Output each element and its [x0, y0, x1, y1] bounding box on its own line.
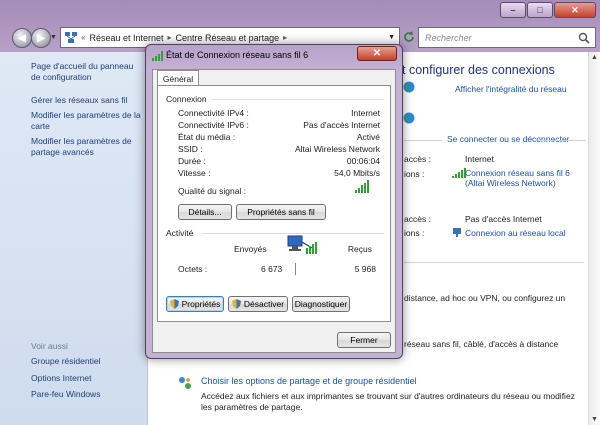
refresh-icon[interactable]	[402, 30, 416, 44]
connect-network-desc: réseau sans fil, câblé, d'accès à distan…	[404, 339, 559, 349]
activity-divider	[295, 263, 296, 275]
ssid-value: Altai Wireless Network	[294, 144, 380, 154]
connection-status-dialog: État de Connexion réseau sans fil 6 ✕ Gé…	[145, 44, 403, 359]
lan-icon	[453, 228, 461, 237]
sidebar-link-manage-wireless[interactable]: Gérer les réseaux sans fil	[31, 95, 143, 106]
access-type-value: Pas d'accès Internet	[465, 214, 542, 224]
wireless-properties-button[interactable]: Propriétés sans fil	[236, 204, 326, 220]
sharing-options-icon	[179, 377, 191, 389]
sidebar-link-internet-options[interactable]: Options Internet	[31, 373, 143, 384]
bytes-label: Octets :	[178, 264, 208, 274]
wireless-connection-ssid[interactable]: (Altai Wireless Network)	[465, 178, 556, 188]
dialog-body: Général Connexion Connectivité IPv4 : In…	[152, 69, 396, 353]
ipv4-label: Connectivité IPv4 :	[178, 108, 249, 118]
ssid-label: SSID :	[178, 144, 203, 154]
received-label: Reçus	[347, 244, 372, 254]
tab-general[interactable]: Général	[157, 70, 199, 86]
media-state-label: État du média :	[178, 132, 236, 142]
breadcrumb-item-network[interactable]: Réseau et Internet	[89, 33, 163, 43]
sidebar-link-homegroup[interactable]: Groupe résidentiel	[31, 356, 143, 367]
signal-quality-label: Qualité du signal :	[178, 186, 247, 196]
uac-shield-icon	[231, 299, 241, 309]
ipv4-value: Internet	[351, 108, 380, 118]
connections-label: ions :	[404, 228, 425, 238]
access-type-label: accès :	[404, 154, 431, 164]
lan-connection-link[interactable]: Connexion au réseau local	[465, 228, 566, 238]
search-icon[interactable]	[578, 32, 590, 44]
disable-button-label: Désactiver	[243, 299, 285, 309]
minimize-button[interactable]: –	[500, 2, 526, 18]
wireless-connection-link[interactable]: Connexion réseau sans fil 6	[465, 168, 570, 178]
duration-label: Durée :	[178, 156, 206, 166]
sharing-options-link[interactable]: Choisir les options de partage et de gro…	[201, 376, 417, 386]
disable-button[interactable]: Désactiver	[228, 296, 288, 312]
access-type-value: Internet	[465, 154, 494, 164]
setup-connection-desc: distance, ad hoc ou VPN, ou configurez u…	[404, 293, 566, 303]
activity-group-heading: Activité	[166, 228, 194, 238]
wifi-signal-icon	[452, 168, 466, 178]
sharing-options-desc-2: les paramètres de partage.	[201, 402, 303, 412]
properties-button-label: Propriétés	[181, 299, 221, 309]
network-icon	[65, 32, 77, 43]
search-input[interactable]: Rechercher	[418, 27, 596, 48]
bytes-sent-value: 6 673	[261, 264, 283, 274]
sent-label: Envoyés	[234, 244, 267, 254]
sidebar-link-firewall[interactable]: Pare-feu Windows	[31, 389, 143, 400]
connection-group-heading: Connexion	[166, 94, 207, 104]
address-dropdown-icon[interactable]: ▼	[388, 34, 395, 41]
media-state-value: Activé	[356, 132, 380, 142]
general-tab-panel: Connexion Connectivité IPv4 : Internet C…	[157, 85, 391, 322]
dialog-close-button[interactable]: ✕	[357, 46, 397, 61]
breadcrumb-overflow[interactable]: «	[81, 33, 85, 42]
globe-icon	[403, 112, 415, 124]
scroll-down-icon[interactable]: ▼	[591, 416, 598, 423]
back-button[interactable]: ◀	[12, 28, 32, 48]
ipv6-label: Connectivité IPv6 :	[178, 120, 249, 130]
connect-disconnect-link[interactable]: Se connecter ou se déconnecter	[447, 134, 569, 144]
dialog-title: État de Connexion réseau sans fil 6	[166, 50, 309, 60]
group-divider	[212, 99, 384, 100]
ipv6-value: Pas d'accès Internet	[303, 120, 380, 130]
globe-icon	[403, 81, 415, 93]
maximize-button[interactable]: □	[527, 2, 553, 18]
access-type-label: accès :	[404, 214, 431, 224]
recent-pages-dropdown[interactable]: ▼	[50, 34, 57, 41]
search-placeholder: Rechercher	[425, 32, 472, 43]
sidebar-link-control-panel-home[interactable]: Page d'accueil du panneau de configurati…	[31, 61, 143, 83]
breadcrumb-arrow-icon[interactable]: ▸	[168, 33, 172, 42]
section-divider	[404, 262, 584, 263]
details-button[interactable]: Détails...	[178, 204, 232, 220]
bytes-received-value: 5 968	[354, 264, 376, 274]
window-controls: – □ ✕	[500, 2, 596, 18]
section-divider	[404, 140, 442, 141]
network-activity-icon	[287, 235, 317, 254]
sharing-options-desc-1: Accédez aux fichiers et aux imprimantes …	[201, 391, 575, 401]
uac-shield-icon	[169, 299, 179, 309]
section-divider	[538, 140, 586, 141]
vertical-scrollbar[interactable]: ▲ ▼	[588, 52, 600, 425]
close-window-button[interactable]: ✕	[554, 2, 596, 18]
duration-value: 00:06:04	[346, 156, 380, 166]
speed-label: Vitesse :	[178, 168, 211, 178]
sidebar-link-advanced-sharing[interactable]: Modifier les paramètres de partage avanc…	[31, 136, 143, 158]
wifi-signal-icon	[152, 51, 163, 61]
properties-button[interactable]: Propriétés	[166, 296, 224, 312]
connections-label: ions :	[404, 169, 425, 179]
forward-button[interactable]: ▶	[31, 28, 51, 48]
see-also-heading: Voir aussi	[31, 341, 68, 351]
diagnose-button[interactable]: Diagnostiquer	[292, 296, 350, 312]
view-full-map-link[interactable]: Afficher l'intégralité du réseau	[455, 84, 567, 94]
speed-value: 54,0 Mbits/s	[334, 168, 380, 178]
scroll-up-icon[interactable]: ▲	[591, 54, 598, 61]
breadcrumb-item-network-center[interactable]: Centre Réseau et partage	[176, 33, 280, 43]
page-title: t configurer des connexions	[402, 63, 555, 77]
breadcrumb-arrow-icon[interactable]: ▸	[283, 33, 287, 42]
signal-quality-bars-icon	[355, 180, 369, 193]
sidebar-link-adapter-settings[interactable]: Modifier les paramètres de la carte	[31, 110, 143, 132]
close-button[interactable]: Fermer	[337, 332, 391, 348]
left-navigation-pane	[0, 52, 148, 425]
